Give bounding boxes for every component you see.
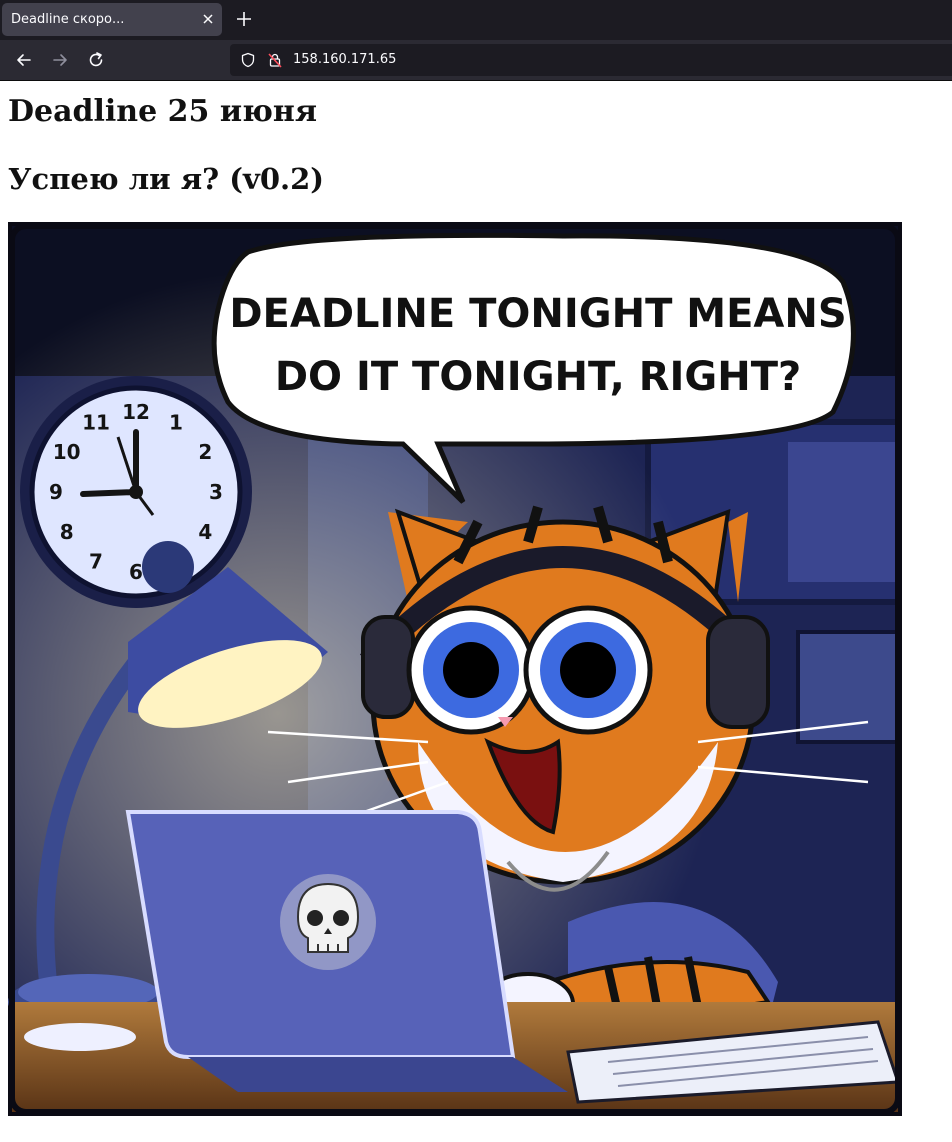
- bubble-line-2: DO IT TONIGHT, RIGHT?: [275, 354, 801, 400]
- clock-numeral: 7: [89, 549, 103, 573]
- tab-bar: Deadline скоро...: [0, 0, 952, 40]
- tab-title: Deadline скоро...: [11, 12, 125, 27]
- clock-numeral: 3: [209, 480, 223, 504]
- browser-tab[interactable]: Deadline скоро...: [2, 3, 222, 36]
- nav-toolbar: 158.160.171.65: [0, 40, 952, 81]
- skull-icon: [280, 874, 376, 970]
- bubble-line-1: DEADLINE TONIGHT MEANS: [229, 291, 846, 337]
- clock-numeral: 2: [198, 440, 212, 464]
- address-bar[interactable]: 158.160.171.65: [230, 44, 952, 76]
- meme-image: 121234567891011: [8, 222, 902, 1116]
- clock-numeral: 1: [169, 411, 183, 435]
- page-title: Deadline 25 июня: [8, 94, 317, 129]
- wall-clock: 121234567891011: [20, 376, 252, 608]
- meme-illustration: 121234567891011: [8, 223, 901, 1115]
- clock-numeral: 9: [49, 480, 63, 504]
- arrow-right-icon[interactable]: [50, 50, 70, 70]
- lock-slash-icon[interactable]: [267, 52, 283, 68]
- clock-numeral: 11: [82, 411, 110, 435]
- shield-icon[interactable]: [240, 52, 256, 68]
- page-content: Deadline 25 июня Успею ли я? (v0.2) 12 1…: [0, 81, 952, 1142]
- url-text: 158.160.171.65: [293, 52, 397, 67]
- mouse: [24, 1023, 136, 1051]
- clock-numeral: 10: [53, 440, 81, 464]
- plus-icon[interactable]: [234, 9, 254, 29]
- clock-numeral: 12: [122, 400, 150, 424]
- clock-numeral: 8: [60, 520, 74, 544]
- reload-icon[interactable]: [86, 50, 106, 70]
- clock-numeral: 4: [198, 520, 212, 544]
- close-icon[interactable]: [199, 10, 217, 28]
- page-subtitle: Успею ли я? (v0.2): [8, 162, 325, 196]
- arrow-left-icon[interactable]: [14, 50, 34, 70]
- clock-numeral: 6: [129, 560, 143, 584]
